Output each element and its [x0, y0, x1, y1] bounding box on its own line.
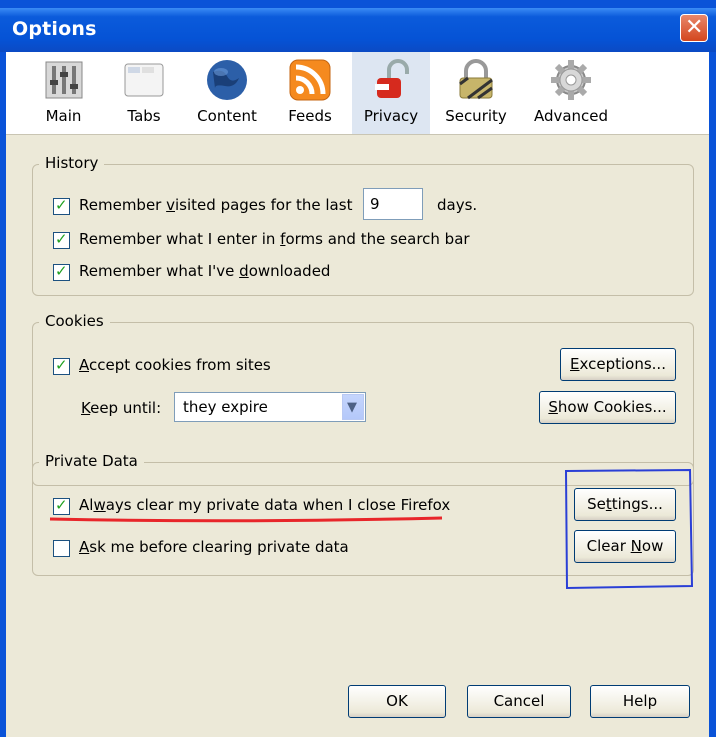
rss-feeds-icon — [289, 59, 331, 101]
tab-privacy[interactable]: Privacy — [352, 52, 430, 134]
remember-forms-label: Remember what I enter in forms and the s… — [79, 230, 470, 248]
privacy-lock-icon — [375, 59, 409, 98]
tab-content[interactable]: Content — [186, 52, 268, 134]
tab-content-label: Content — [197, 107, 257, 125]
main-icon — [45, 61, 82, 99]
exceptions-button[interactable]: Exceptions... — [560, 348, 676, 381]
ok-button[interactable]: OK — [348, 685, 446, 718]
window-title: Options — [12, 18, 97, 40]
options-client-area: Main Tabs Content Feeds Privacy Security… — [6, 52, 709, 737]
close-button[interactable]: ✕ — [680, 14, 708, 42]
remember-forms-checkbox[interactable]: ✓ — [53, 230, 70, 249]
accept-cookies-checkbox[interactable]: ✓ — [53, 356, 70, 375]
tab-tabs-label: Tabs — [127, 107, 161, 125]
remember-downloads-checkbox[interactable]: ✓ — [53, 262, 70, 281]
remember-downloads-label: Remember what I've downloaded — [79, 262, 331, 280]
tab-advanced[interactable]: Advanced — [526, 52, 616, 134]
history-legend: History — [39, 154, 105, 172]
help-button[interactable]: Help — [590, 685, 690, 718]
always-clear-checkbox[interactable]: ✓ — [53, 496, 70, 515]
advanced-gear-icon — [551, 60, 591, 100]
security-padlock-icon — [459, 59, 493, 100]
tab-privacy-label: Privacy — [363, 107, 419, 125]
history-group: History ✓ Remember visited pages for the… — [32, 154, 694, 296]
days-label: days. — [437, 196, 478, 214]
remember-visited-label: Remember visited pages for the last — [79, 196, 353, 214]
accept-cookies-label: Accept cookies from sites — [79, 356, 271, 374]
tab-security[interactable]: Security — [438, 52, 514, 134]
options-window: Options ✕ Main Tabs Content Feeds Privac… — [0, 0, 716, 737]
keep-until-select[interactable]: they expire ▼ — [174, 392, 366, 422]
chevron-down-icon: ▼ — [347, 400, 357, 415]
remember-visited-checkbox[interactable]: ✓ — [53, 196, 70, 215]
tab-main[interactable]: Main — [26, 52, 101, 134]
always-clear-label: Always clear my private data when I clos… — [79, 496, 451, 514]
private-data-group: Private Data ✓ Always clear my private d… — [32, 452, 694, 576]
ask-before-clearing-label: Ask me before clearing private data — [79, 538, 349, 556]
check-icon: ✓ — [55, 262, 68, 280]
ask-before-clearing-checkbox[interactable] — [53, 540, 70, 557]
check-icon: ✓ — [55, 356, 68, 374]
tab-feeds-label: Feeds — [288, 107, 332, 125]
close-icon: ✕ — [685, 15, 704, 40]
tab-main-label: Main — [45, 107, 82, 125]
history-days-input[interactable]: 9 — [363, 188, 423, 220]
cancel-button[interactable]: Cancel — [467, 685, 571, 718]
title-bar: Options ✕ — [0, 8, 716, 52]
check-icon: ✓ — [55, 496, 68, 514]
check-icon: ✓ — [55, 196, 68, 214]
keep-until-value: they expire — [183, 398, 268, 416]
tab-advanced-label: Advanced — [533, 107, 609, 125]
settings-button[interactable]: Settings... — [574, 488, 676, 521]
clear-now-button[interactable]: Clear Now — [574, 530, 676, 563]
content-globe-icon — [207, 60, 247, 100]
cookies-legend: Cookies — [39, 312, 110, 330]
tab-feeds[interactable]: Feeds — [276, 52, 344, 134]
tab-security-label: Security — [445, 107, 507, 125]
tabs-icon — [124, 63, 164, 97]
check-icon: ✓ — [55, 230, 68, 248]
dropdown-arrow[interactable]: ▼ — [342, 394, 364, 420]
show-cookies-button[interactable]: Show Cookies... — [539, 391, 676, 424]
category-toolbar: Main Tabs Content Feeds Privacy Security… — [6, 52, 709, 135]
tab-tabs[interactable]: Tabs — [108, 52, 180, 134]
private-data-legend: Private Data — [39, 452, 144, 470]
keep-until-label: Keep until: — [81, 399, 162, 417]
